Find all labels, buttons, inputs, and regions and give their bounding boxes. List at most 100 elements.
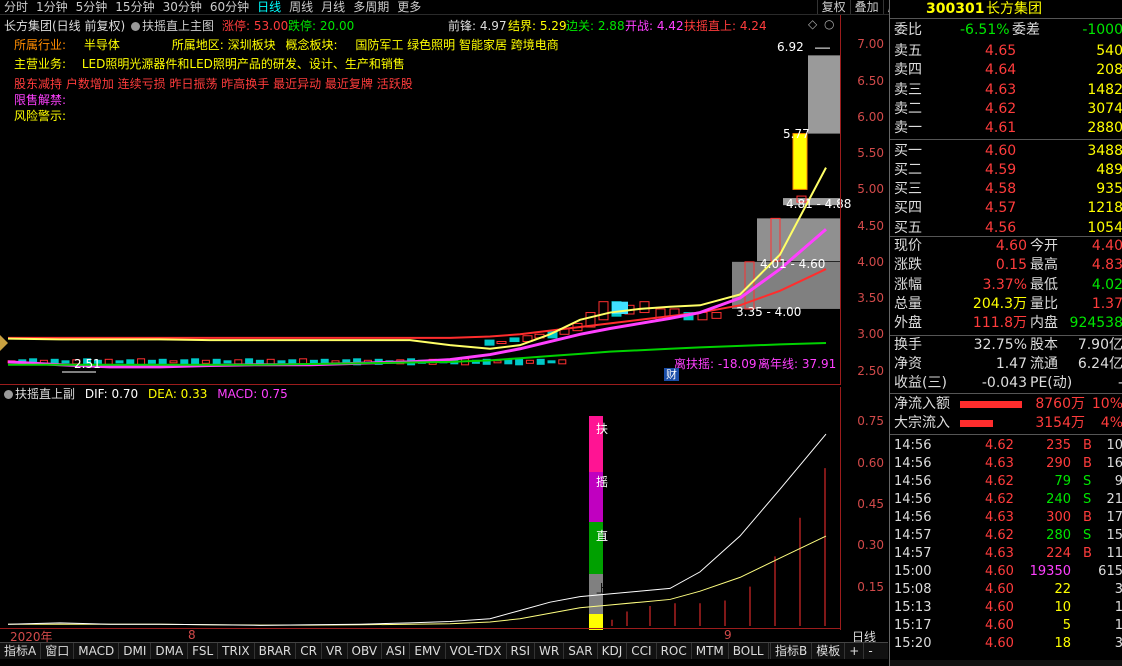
indicator-tab-16[interactable]: SAR (564, 643, 598, 659)
stat-value-2: 4.02 (1091, 276, 1122, 293)
indicator-extra-3[interactable]: - (863, 643, 876, 659)
tick-side: S (1083, 474, 1092, 489)
tick-time: 14:56 (894, 474, 932, 489)
tick-time: 15:00 (894, 564, 932, 579)
orderbook-row[interactable]: 买三 4.58 935 (890, 180, 1122, 199)
indicator-tab-8[interactable]: CR (296, 643, 322, 659)
candle-historical (558, 359, 567, 365)
macd-chart[interactable] (0, 402, 840, 630)
orderbook-row[interactable]: 买四 4.57 1218 (890, 199, 1122, 218)
tick-price: 4.63 (985, 546, 1014, 561)
indicator-tab-11[interactable]: ASI (382, 643, 411, 659)
indicator-extra-1[interactable]: 模板 (811, 643, 844, 659)
tick-price: 4.62 (985, 474, 1014, 489)
indicator-tab-0[interactable]: 指标A (0, 643, 42, 659)
indicator-tabs: 指标A 窗口 MACD DMI DMA FSL TRIX BRAR CR VR OBV ASI EMV V… (0, 642, 770, 659)
circle-icon[interactable]: ○ (824, 17, 834, 31)
indicator-tab-5[interactable]: FSL (188, 643, 219, 659)
tick-count: 21 (1106, 492, 1122, 507)
indicator-tab-9[interactable]: VR (322, 643, 348, 659)
period-tab-0[interactable]: 分时 (0, 0, 32, 14)
stat-label: 现价 (894, 238, 922, 254)
period-tab-9[interactable]: 多周期 (349, 0, 393, 14)
order-label: 卖五 (894, 43, 922, 59)
x-label-sep: 9 (724, 628, 732, 642)
candle-historical (525, 359, 534, 364)
candle-historical (493, 360, 502, 364)
price-tick-0: 7.00 (857, 37, 884, 52)
quote-footer (890, 660, 1122, 666)
orderbook-row[interactable]: 卖三 4.63 1482 (890, 81, 1122, 100)
indicator-extra-0[interactable]: 指标B (770, 643, 811, 659)
stat-label-2: 最高 (1030, 257, 1058, 274)
toolbar-action-1[interactable]: 叠加 (849, 0, 883, 14)
orderbook-row[interactable]: 买五 4.56 1054 (890, 219, 1122, 238)
indicator-tab-3[interactable]: DMI (119, 643, 152, 659)
orderbook-row[interactable]: 卖一 4.61 2880 (890, 119, 1122, 138)
indicator-extra-2[interactable]: + (844, 643, 863, 659)
stat-label: 总量 (894, 295, 922, 312)
period-tab-8[interactable]: 月线 (317, 0, 349, 14)
indicator-tab-7[interactable]: BRAR (255, 643, 297, 659)
indicator-tab-4[interactable]: DMA (151, 643, 189, 659)
period-tab-3[interactable]: 15分钟 (111, 0, 158, 14)
period-tab-10[interactable]: 更多 (393, 0, 425, 14)
period-tab-4[interactable]: 30分钟 (159, 0, 206, 14)
stat-label-2: 量比 (1030, 295, 1058, 312)
indicator-tab-20[interactable]: MTM (692, 643, 729, 659)
macd-label: MACD: 0.75 (217, 387, 288, 401)
candle-historical (169, 360, 178, 364)
orderbook-row[interactable]: 卖五 4.65 540 (890, 42, 1122, 61)
period-tab-2[interactable]: 5分钟 (72, 0, 112, 14)
indicator-tab-1[interactable]: 窗口 (41, 643, 75, 659)
indicator-tab-13[interactable]: VOL-TDX (446, 643, 507, 659)
weicha-label: 委差 (1012, 22, 1040, 38)
candle-historical (234, 359, 243, 365)
period-tab-7[interactable]: 周线 (285, 0, 317, 14)
tick-row: 15:00 4.60 19350 615 (890, 562, 1122, 581)
cai-badge[interactable]: 财 (664, 368, 679, 381)
indicator-tab-15[interactable]: WR (535, 643, 565, 659)
period-tab-1[interactable]: 1分钟 (32, 0, 72, 14)
indicator-tab-17[interactable]: KDJ (598, 643, 628, 659)
stat-label-2: 流通 (1030, 355, 1058, 372)
subchart-dropdown-icon[interactable] (4, 390, 13, 399)
indicator-tab-2[interactable]: MACD (74, 643, 120, 659)
indicator-tab-10[interactable]: OBV (348, 643, 383, 659)
macd-tick-4: 0.15 (857, 579, 884, 594)
indicator-tab-12[interactable]: EMV (410, 643, 446, 659)
stat-label-2: 今开 (1030, 238, 1058, 254)
candlestick-chart[interactable] (0, 30, 840, 385)
flow-label: 净流入额 (894, 396, 950, 412)
indicator-tab-14[interactable]: RSI (507, 643, 536, 659)
tick-price: 4.60 (985, 618, 1014, 633)
tick-row: 14:56 4.62 240 S 21 (890, 490, 1122, 509)
annotation-577: 5.77 (783, 127, 810, 141)
tick-price: 4.63 (985, 510, 1014, 525)
tick-price: 4.60 (985, 600, 1014, 615)
orderbook-row[interactable]: 买一 4.60 3488 (890, 142, 1122, 161)
indicator-tab-18[interactable]: CCI (627, 643, 657, 659)
stat-label: 换手 (894, 336, 922, 353)
tick-volume: 18 (1054, 636, 1071, 651)
stat-row: 现价 4.60 今开 4.40 (890, 237, 1122, 256)
orderbook-row[interactable]: 买二 4.59 489 (890, 161, 1122, 180)
stat-row: 涨跌 0.15 最高 4.83 (890, 256, 1122, 275)
period-tab-6[interactable]: 日线 (253, 0, 285, 14)
price-tick-8: 3.00 (857, 327, 884, 342)
diamond-icon[interactable]: ◇ (808, 17, 817, 31)
order-label: 卖一 (894, 120, 922, 137)
indicator-tab-19[interactable]: ROC (657, 643, 692, 659)
indicator-tab-21[interactable]: BOLL (729, 643, 769, 659)
tick-count: 3 (1115, 634, 1122, 653)
subchart-header: 扶摇直上副 DIF: 0.70 DEA: 0.33 MACD: 0.75 (4, 385, 288, 402)
order-label: 买三 (894, 181, 922, 198)
orderbook-row[interactable]: 卖四 4.64 208 (890, 61, 1122, 80)
period-tab-5[interactable]: 60分钟 (206, 0, 253, 14)
order-label: 卖三 (894, 81, 922, 98)
flow-row: 大宗流入 3154万 4% (890, 414, 1122, 433)
toolbar-action-0[interactable]: 复权 (816, 0, 850, 14)
macd-axis: 0.75 0.60 0.45 0.30 0.15 (840, 387, 888, 630)
indicator-tab-6[interactable]: TRIX (218, 643, 255, 659)
orderbook-row[interactable]: 卖二 4.62 3074 (890, 100, 1122, 119)
